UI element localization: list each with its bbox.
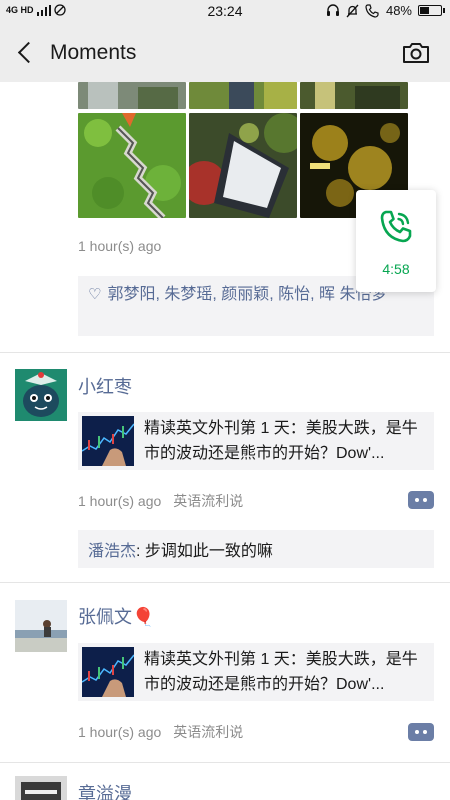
phone-icon — [380, 210, 412, 243]
post-photo[interactable] — [189, 82, 297, 109]
liked-by-names[interactable]: 郭梦阳, 朱梦瑶, 颜丽颖, 陈怡, 晖 朱怡梦 — [107, 286, 387, 303]
link-thumbnail — [82, 416, 134, 466]
post-author[interactable]: 章溢漫 — [78, 780, 132, 800]
heart-icon: ♡ — [88, 286, 102, 303]
post-divider — [0, 582, 450, 583]
post-source[interactable]: 英语流利说 — [173, 493, 243, 509]
comment-menu-icon[interactable] — [408, 723, 434, 741]
post-photo[interactable] — [300, 82, 408, 109]
post-author[interactable]: 小红枣 — [78, 373, 132, 399]
post-divider — [0, 352, 450, 353]
avatar[interactable] — [15, 600, 67, 652]
post-photo[interactable] — [78, 82, 186, 109]
link-title: 精读英文外刊第 1 天：美股大跌，是牛市的波动还是熊市的开始？Dow'... — [144, 420, 418, 462]
post-photo[interactable] — [189, 113, 297, 218]
avatar[interactable] — [15, 776, 67, 800]
status-right: 48% — [326, 3, 445, 18]
post-photo[interactable] — [78, 113, 186, 218]
post-author[interactable]: 张佩文🎈 — [78, 603, 154, 629]
post-timestamp: 1 hour(s) ago — [78, 724, 162, 740]
headset-icon — [326, 4, 339, 16]
avatar[interactable] — [15, 369, 67, 421]
comment-author[interactable]: 潘浩杰 — [88, 543, 136, 560]
comment[interactable]: 潘浩杰: 步调如此一致的嘛 — [78, 530, 434, 568]
post-timestamp: 1 hour(s) ago — [78, 493, 162, 509]
floating-call-widget[interactable]: 4:58 — [356, 190, 436, 292]
post-meta: 1 hour(s) ago 英语流利说 — [78, 491, 243, 511]
link-thumbnail — [82, 647, 134, 697]
call-status-icon — [365, 3, 379, 18]
comment-text: : 步调如此一致的嘛 — [136, 543, 273, 560]
chevron-left-icon[interactable] — [14, 39, 38, 67]
shared-link-card[interactable]: 精读英文外刊第 1 天：美股大跌，是牛市的波动还是熊市的开始？Dow'... — [78, 643, 434, 701]
battery-icon — [418, 5, 445, 16]
call-duration: 4:58 — [382, 261, 410, 277]
battery-level-fill — [420, 7, 429, 14]
page-title: Moments — [50, 41, 137, 64]
mute-bell-icon — [346, 4, 359, 17]
comment-menu-icon[interactable] — [408, 491, 434, 509]
post-source[interactable]: 英语流利说 — [173, 724, 243, 740]
moments-feed[interactable]: 1 hour(s) ago ♡ 郭梦阳, 朱梦瑶, 颜丽颖, 陈怡, 晖 朱怡梦 … — [0, 82, 450, 800]
camera-icon[interactable] — [402, 42, 430, 64]
moments-header: Moments — [0, 24, 450, 82]
post-divider — [0, 762, 450, 763]
battery-percent: 48% — [385, 3, 412, 18]
link-title: 精读英文外刊第 1 天：美股大跌，是牛市的波动还是熊市的开始？Dow'... — [144, 651, 418, 693]
shared-link-card[interactable]: 精读英文外刊第 1 天：美股大跌，是牛市的波动还是熊市的开始？Dow'... — [78, 412, 434, 470]
post-timestamp: 1 hour(s) ago — [78, 238, 162, 254]
post-meta: 1 hour(s) ago 英语流利说 — [78, 722, 243, 742]
status-bar: 4G HD 23:24 48% — [0, 0, 450, 24]
